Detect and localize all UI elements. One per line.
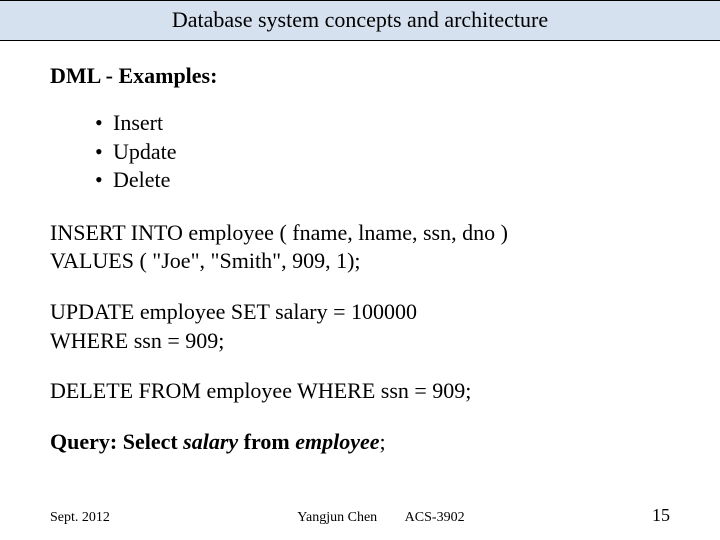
slide-title-bar: Database system concepts and architectur…	[0, 0, 720, 41]
sql-line: VALUES ( "Joe", "Smith", 909, 1);	[50, 247, 670, 276]
bullet-icon	[95, 109, 113, 138]
sql-line: UPDATE employee SET salary = 100000	[50, 298, 670, 327]
sql-line: DELETE FROM employee WHERE ssn = 909;	[50, 377, 670, 406]
query-label: Query:	[50, 429, 117, 454]
sql-delete-block: DELETE FROM employee WHERE ssn = 909;	[50, 377, 670, 406]
slide-content: DML - Examples: Insert Update Delete INS…	[0, 41, 720, 456]
footer-course: ACS-3902	[405, 510, 465, 525]
footer-date: Sept. 2012	[50, 510, 110, 526]
slide-footer: Sept. 2012 Yangjun Chen ACS-3902 15	[0, 505, 720, 526]
bullet-icon	[95, 138, 113, 167]
query-keyword-from: from	[244, 429, 290, 454]
query-line: Query: Select salary from employee;	[50, 428, 670, 457]
sql-update-block: UPDATE employee SET salary = 100000 WHER…	[50, 298, 670, 355]
bullet-text: Insert	[113, 109, 163, 138]
sql-line: WHERE ssn = 909;	[50, 327, 670, 356]
query-keyword-select: Select	[123, 429, 178, 454]
list-item: Update	[95, 138, 670, 167]
footer-author: Yangjun Chen	[297, 510, 377, 525]
sql-insert-block: INSERT INTO employee ( fname, lname, ssn…	[50, 219, 670, 276]
list-item: Insert	[95, 109, 670, 138]
slide-title: Database system concepts and architectur…	[172, 7, 548, 32]
sql-line: INSERT INTO employee ( fname, lname, ssn…	[50, 219, 670, 248]
bullet-text: Update	[113, 138, 177, 167]
footer-center: Yangjun Chen ACS-3902	[110, 510, 652, 526]
query-column-salary: salary	[183, 429, 238, 454]
list-item: Delete	[95, 166, 670, 195]
bullet-icon	[95, 166, 113, 195]
footer-page-number: 15	[652, 505, 670, 526]
query-table-employee: employee	[295, 429, 379, 454]
section-heading: DML - Examples:	[50, 63, 670, 89]
bullet-list: Insert Update Delete	[95, 109, 670, 195]
bullet-text: Delete	[113, 166, 170, 195]
query-tail: ;	[380, 429, 386, 454]
